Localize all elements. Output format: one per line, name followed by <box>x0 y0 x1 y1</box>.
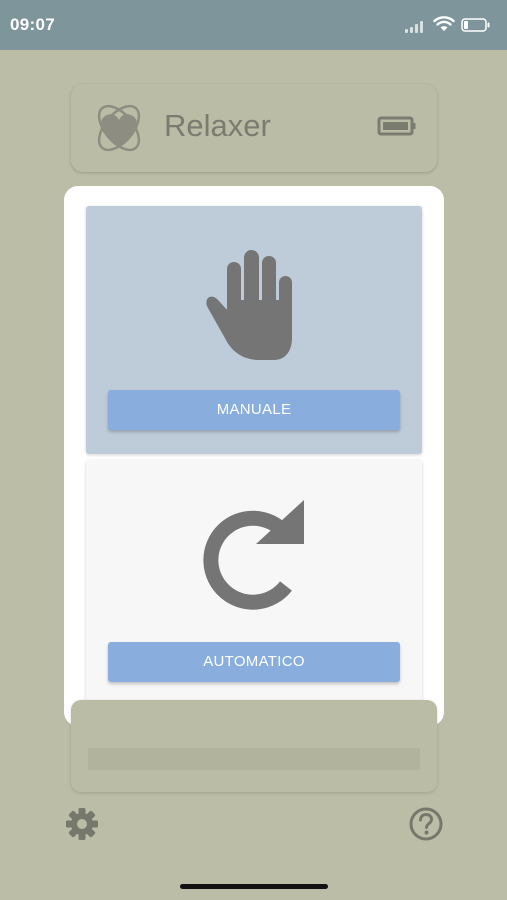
mode-selection-panel: MANUALE AUTOMATICO <box>64 186 444 726</box>
progress-bar <box>88 748 420 770</box>
status-time: 09:07 <box>10 15 55 34</box>
battery-icon <box>377 116 416 136</box>
help-circle-icon[interactable] <box>408 806 444 842</box>
automatic-mode-card[interactable]: AUTOMATICO <box>86 460 422 704</box>
wifi-icon <box>433 16 455 31</box>
manual-mode-card[interactable]: MANUALE <box>86 206 422 454</box>
status-icons <box>405 16 495 36</box>
app-screen: 09:07 Relaxer MANUALE AUTOMATICO <box>0 0 507 900</box>
refresh-icon <box>203 500 304 610</box>
header-card: Relaxer <box>71 84 437 172</box>
automatic-mode-button[interactable]: AUTOMATICO <box>108 642 400 682</box>
app-title: Relaxer <box>164 108 271 143</box>
battery-icon <box>461 18 490 32</box>
progress-card <box>71 700 437 792</box>
manual-mode-button[interactable]: MANUALE <box>108 390 400 430</box>
signal-icon <box>405 21 423 33</box>
hand-icon <box>206 250 292 360</box>
heart-logo-icon <box>97 104 141 152</box>
gear-icon[interactable] <box>64 806 100 842</box>
status-bar: 09:07 <box>0 0 507 50</box>
home-indicator[interactable] <box>180 884 328 889</box>
